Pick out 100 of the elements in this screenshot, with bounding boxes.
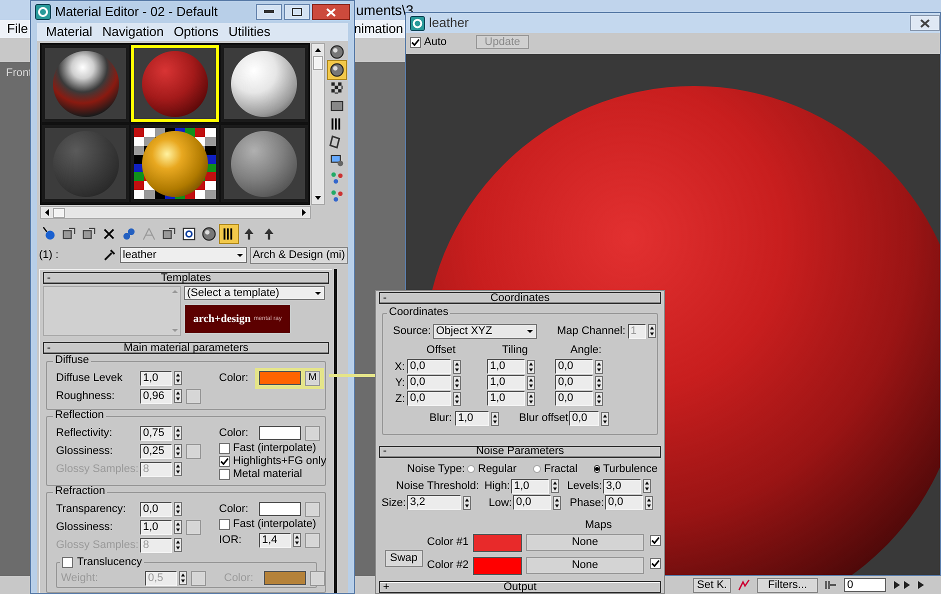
checkbox[interactable] — [219, 469, 230, 480]
checkbox[interactable] — [219, 456, 230, 467]
spinner-control[interactable] — [595, 376, 603, 390]
number-field[interactable]: 1,0 — [487, 375, 525, 390]
template-dropdown[interactable]: (Select a template) — [184, 286, 325, 300]
map-button[interactable]: M — [305, 370, 320, 386]
spinner-control[interactable] — [174, 371, 182, 385]
number-field[interactable]: 3,2 — [407, 495, 461, 510]
spinner-control[interactable] — [174, 502, 182, 516]
spinner-control[interactable] — [595, 360, 603, 374]
number-field[interactable]: 1,0 — [455, 411, 489, 426]
spinner-control[interactable] — [463, 496, 471, 510]
spinner-control[interactable] — [527, 392, 535, 406]
checkbox[interactable] — [650, 558, 661, 570]
frame-field[interactable]: 0 — [844, 578, 886, 592]
close-button[interactable] — [910, 15, 940, 31]
sphere-icon[interactable] — [328, 43, 346, 61]
number-field[interactable]: 0,25 — [140, 444, 172, 458]
number-field[interactable]: 0,0 — [555, 375, 593, 390]
radio-button[interactable] — [467, 464, 475, 473]
sphere-icon[interactable] — [200, 225, 218, 243]
number-field[interactable]: 0,0 — [513, 495, 551, 510]
set-key-button[interactable]: Set K. — [693, 578, 731, 592]
spinner-control[interactable] — [293, 533, 301, 547]
menu-item[interactable]: Options — [174, 22, 218, 42]
radio-button[interactable] — [533, 464, 541, 473]
spinner-control[interactable] — [527, 376, 535, 390]
spinner-control[interactable] — [453, 360, 461, 374]
spinner-control[interactable] — [527, 360, 535, 374]
color-swatch[interactable] — [259, 371, 301, 385]
spinner-control[interactable] — [174, 426, 182, 440]
spinner-control[interactable] — [179, 571, 187, 585]
number-field[interactable]: 0,0 — [605, 495, 643, 510]
number-field[interactable]: 0,96 — [140, 388, 172, 404]
checkbox[interactable] — [219, 443, 230, 454]
number-field[interactable]: 0,0 — [569, 411, 599, 426]
number-field[interactable]: 0,0 — [407, 359, 451, 374]
number-field[interactable]: 0,0 — [407, 391, 451, 406]
spinner-control[interactable] — [648, 324, 656, 338]
map-button[interactable]: None — [526, 534, 644, 551]
number-field[interactable]: 1,0 — [140, 520, 172, 534]
vertical-scrollbar[interactable] — [311, 43, 325, 205]
map-button[interactable]: None — [526, 557, 644, 574]
spinner-control[interactable] — [491, 412, 499, 426]
spinner-control[interactable] — [453, 376, 461, 390]
swap-button[interactable]: Swap — [385, 550, 423, 567]
color-swatch[interactable] — [259, 426, 301, 440]
filters-button[interactable]: Filters... — [756, 578, 818, 592]
spinner-control[interactable] — [453, 392, 461, 406]
eyedropper-icon[interactable] — [102, 247, 118, 263]
spinner-control[interactable] — [643, 479, 651, 494]
rollout-header[interactable]: - Coordinates — [379, 292, 661, 304]
number-field[interactable]: 1,0 — [511, 478, 549, 494]
number-field[interactable]: 3,0 — [603, 478, 641, 494]
number-field[interactable]: 0,0 — [407, 375, 451, 390]
menu-item[interactable]: Navigation — [102, 22, 164, 42]
material-name-dropdown[interactable]: leather — [120, 247, 247, 263]
spinner-control[interactable] — [645, 496, 653, 510]
number-field[interactable]: 0,0 — [555, 391, 593, 406]
color-swatch[interactable] — [473, 556, 522, 574]
menu-item[interactable]: File — [7, 19, 28, 39]
checkbox[interactable] — [410, 36, 421, 48]
menu-item[interactable]: nimation — [354, 19, 404, 39]
scroll-thumb[interactable] — [313, 56, 323, 70]
number-field[interactable]: 1,0 — [487, 391, 525, 406]
checkbox[interactable] — [650, 535, 661, 546]
checkbox[interactable] — [62, 557, 73, 568]
spinner-control[interactable] — [174, 389, 182, 403]
key-icon[interactable] — [736, 578, 751, 592]
rollout-header[interactable]: + Output — [379, 581, 661, 593]
menu-item[interactable]: Utilities — [228, 22, 270, 42]
spinner-control[interactable] — [553, 496, 561, 510]
number-field[interactable]: 1,0 — [140, 370, 172, 386]
material-slot[interactable] — [220, 125, 308, 202]
minimize-button[interactable] — [256, 4, 282, 20]
maximize-button[interactable] — [284, 4, 310, 20]
rollout-header[interactable]: - Noise Parameters — [379, 446, 661, 458]
rollout-header[interactable]: - Templates — [43, 272, 329, 284]
number-field[interactable]: 1,4 — [259, 532, 291, 548]
color-swatch[interactable] — [259, 502, 301, 516]
material-slot[interactable] — [42, 45, 130, 122]
source-dropdown[interactable]: Object XYZ — [433, 324, 537, 338]
spinner-control[interactable] — [174, 444, 182, 458]
spinner-control[interactable] — [551, 479, 559, 494]
spinner-control[interactable] — [174, 520, 182, 534]
menu-item[interactable]: Material — [46, 22, 92, 42]
radio-button[interactable] — [594, 464, 600, 473]
checkbox[interactable] — [219, 519, 230, 530]
bars-icon[interactable] — [220, 225, 238, 243]
spinner-control[interactable] — [601, 412, 609, 426]
material-slot[interactable] — [220, 45, 308, 122]
number-field[interactable]: 0,75 — [140, 426, 172, 440]
number-field[interactable]: 0,0 — [555, 359, 593, 374]
material-type-button[interactable]: Arch & Design (mi) — [250, 246, 348, 264]
spinner-control[interactable] — [595, 392, 603, 406]
horizontal-scrollbar[interactable] — [40, 206, 311, 219]
rollout-header[interactable]: - Main material parameters — [43, 342, 329, 354]
number-field[interactable]: 0,0 — [140, 502, 172, 516]
number-field[interactable]: 1,0 — [487, 359, 525, 374]
close-button[interactable] — [312, 4, 350, 20]
